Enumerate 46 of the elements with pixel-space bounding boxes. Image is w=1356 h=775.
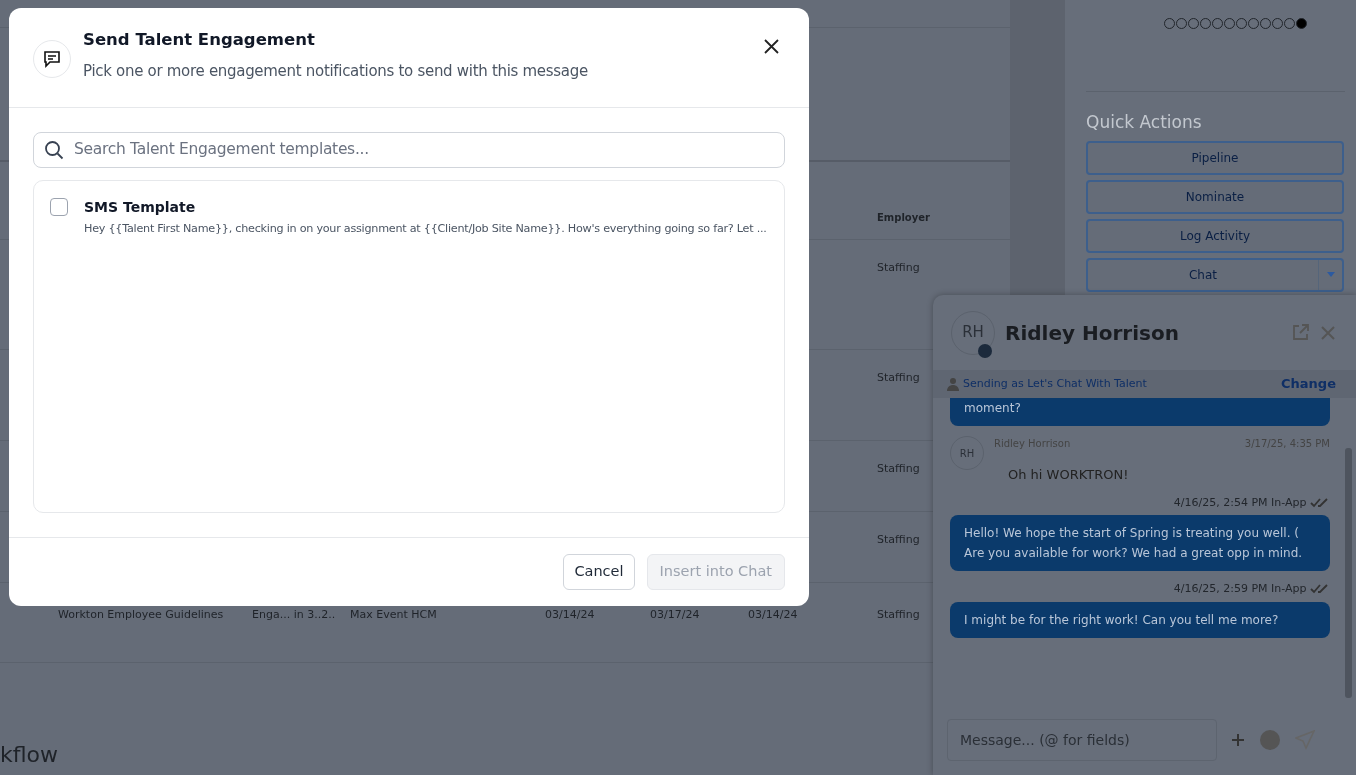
column-header: Employer	[877, 211, 931, 225]
message-bubble: moment?	[950, 398, 1330, 426]
search-icon	[44, 140, 64, 160]
cancel-button[interactable]: Cancel	[563, 554, 635, 590]
section-title: kflow	[0, 741, 59, 769]
sender-label: Sending as Let's Chat With Talent	[963, 375, 1147, 392]
carousel-dot[interactable]	[1296, 18, 1307, 29]
table-cell: 03/14/24	[545, 608, 595, 621]
table-cell: Workton Employee Guidelines	[58, 608, 224, 621]
message-text: Oh hi WORKTRON!	[1008, 466, 1130, 484]
double-check-icon	[1310, 584, 1330, 594]
external-link-icon[interactable]	[1290, 322, 1310, 343]
close-icon	[763, 38, 779, 54]
action-button[interactable]: Log Activity	[1086, 218, 1344, 253]
table-cell: Staffing	[877, 608, 920, 621]
message-time: 4/16/25, 2:54 PM In-App	[1173, 495, 1307, 509]
table-cell: 03/17/24	[650, 608, 700, 621]
table-cell: 03/14/24	[748, 608, 798, 621]
message-bubble: I might be for the right work! Can you tell me more?	[950, 601, 1330, 638]
template-preview: Hey {{Talent First Name}}, checking in on your assignment at {{Client/Job Site Name}}. How's everything going so far? Let ...	[84, 221, 767, 237]
message-field[interactable]: Message... (@ for fields)	[947, 719, 1217, 761]
action-button[interactable]: Pipeline	[1086, 140, 1344, 175]
table-cell: Staffing	[877, 462, 920, 475]
change-link[interactable]: Change	[1281, 374, 1336, 394]
caret-icon	[1326, 272, 1335, 277]
scrollbar[interactable]	[1345, 448, 1352, 698]
template-title: SMS Template	[84, 198, 197, 217]
message-bubble: Hello! We hope the start of Spring is treating you well. ( Are you available for work? We had a great opp in mind.	[950, 515, 1330, 571]
emoji-icon[interactable]	[1259, 729, 1281, 751]
dialog-subtitle: Pick one or more engagement notifications to send with this message	[83, 60, 588, 82]
message-time: 4/16/25, 2:59 PM In-App	[1173, 582, 1307, 595]
table-cell: Staffing	[877, 533, 920, 546]
person-icon	[947, 377, 959, 391]
dialog-title: Send Talent Engagement	[83, 30, 316, 50]
checkbox[interactable]	[50, 198, 68, 216]
double-check-icon	[1310, 497, 1330, 508]
section-title: Quick Actions	[1086, 91, 1345, 136]
contact-name: Ridley Horrison	[1005, 319, 1180, 347]
table-cell: Staffing	[877, 371, 920, 384]
table-cell: Enga... in 3..2..	[252, 608, 336, 621]
split-button[interactable]: Chat	[1086, 257, 1344, 292]
close-icon[interactable]	[1320, 324, 1336, 341]
plus-icon[interactable]	[1231, 733, 1245, 747]
action-button[interactable]: Nominate	[1086, 179, 1344, 214]
table-cell: Staffing	[877, 261, 920, 274]
table-cell: Max Event HCM	[350, 608, 437, 621]
